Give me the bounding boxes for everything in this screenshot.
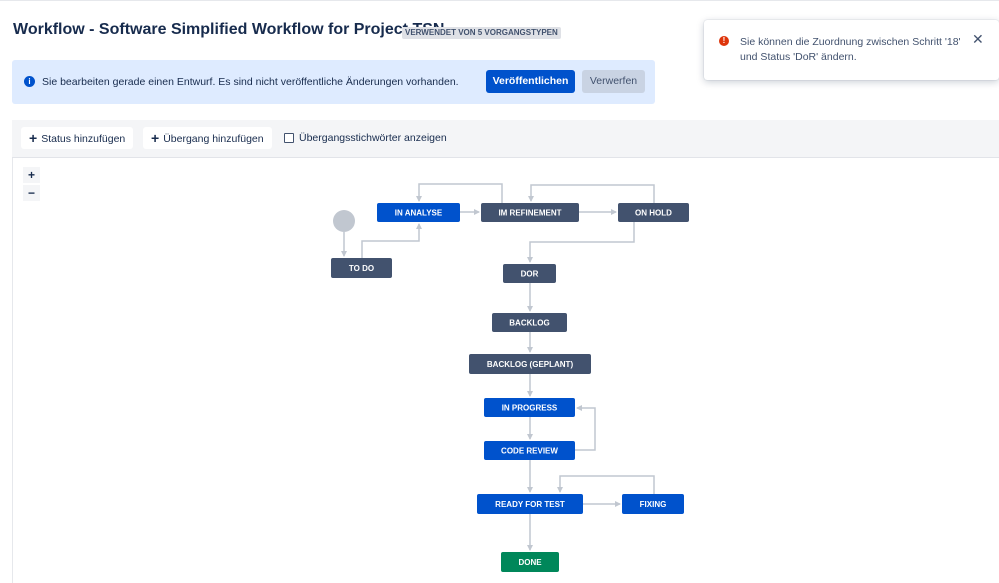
status-label: TO DO — [349, 264, 374, 273]
transition-arrow[interactable] — [528, 184, 655, 203]
transition-arrow[interactable] — [575, 405, 596, 451]
status-node-done[interactable]: DONE — [501, 552, 559, 572]
status-label: BACKLOG — [509, 319, 549, 328]
status-node-code-review[interactable]: CODE REVIEW — [484, 441, 575, 460]
status-node-ready-for-test[interactable]: READY FOR TEST — [477, 494, 583, 514]
status-node-fixing[interactable]: FIXING — [622, 494, 684, 514]
status-node-todo[interactable]: TO DO — [331, 258, 392, 278]
status-label: IN ANALYSE — [395, 209, 443, 218]
status-node-im-refinement[interactable]: IM REFINEMENT — [481, 203, 579, 222]
status-node-backlog-geplant[interactable]: BACKLOG (GEPLANT) — [469, 354, 591, 374]
status-node-on-hold[interactable]: ON HOLD — [618, 203, 689, 222]
status-label: READY FOR TEST — [495, 500, 565, 509]
status-node-backlog[interactable]: BACKLOG — [492, 313, 567, 332]
status-label: BACKLOG (GEPLANT) — [487, 360, 574, 369]
transition-arrow[interactable] — [557, 475, 655, 494]
status-label: IN PROGRESS — [502, 404, 558, 413]
start-node[interactable] — [333, 210, 355, 232]
transition-arrow[interactable] — [527, 222, 635, 263]
status-label: FIXING — [640, 500, 667, 509]
status-label: IM REFINEMENT — [498, 209, 561, 218]
transition-arrow[interactable] — [361, 223, 422, 258]
status-node-in-analyse[interactable]: IN ANALYSE — [377, 203, 460, 222]
status-node-dor[interactable]: DOR — [503, 264, 556, 283]
status-label: DONE — [518, 558, 542, 567]
transition-arrow[interactable] — [416, 183, 503, 203]
status-label: CODE REVIEW — [501, 447, 558, 456]
status-label: DOR — [521, 270, 539, 279]
workflow-diagram: TO DO IN ANALYSE IM REFINEMENT ON HOLD DOR BA… — [331, 183, 689, 572]
status-nodes: TO DO IN ANALYSE IM REFINEMENT ON HOLD DOR BA… — [331, 203, 689, 572]
status-node-in-progress[interactable]: IN PROGRESS — [484, 398, 575, 417]
status-label: ON HOLD — [635, 209, 672, 218]
